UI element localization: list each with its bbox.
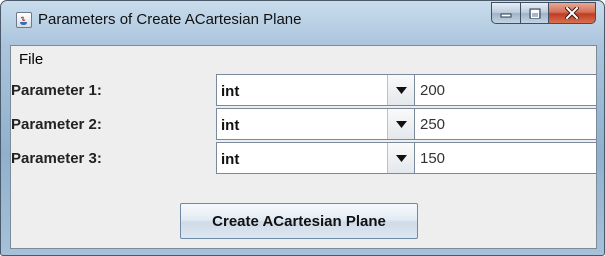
param-1-type-dropdown[interactable]: int — [216, 74, 415, 106]
param-row-2: Parameter 2: int — [11, 108, 598, 140]
menu-file[interactable]: File — [17, 51, 45, 68]
param-2-type-dropdown[interactable]: int — [216, 108, 415, 140]
minimize-button[interactable] — [491, 2, 521, 24]
param-2-value-input[interactable] — [415, 109, 596, 139]
window-title: Parameters of Create ACartesian Plane — [38, 11, 302, 28]
param-row-1: Parameter 1: int — [11, 74, 598, 106]
param-3-dropdown-arrow[interactable] — [387, 143, 414, 173]
param-1-label: Parameter 1: — [11, 82, 102, 99]
param-2-value-box — [414, 108, 597, 140]
param-1-type-value: int — [221, 83, 240, 100]
param-2-type-value: int — [221, 117, 240, 134]
param-2-dropdown-arrow[interactable] — [387, 109, 414, 139]
close-button[interactable] — [549, 2, 596, 24]
menu-bar: File — [11, 46, 596, 73]
create-cartesian-plane-button[interactable]: Create ACartesian Plane — [180, 203, 418, 239]
java-app-icon — [16, 12, 32, 28]
param-2-label: Parameter 2: — [11, 116, 102, 133]
param-1-dropdown-arrow[interactable] — [387, 75, 414, 105]
triangle-down-icon — [395, 154, 407, 162]
param-3-label: Parameter 3: — [11, 150, 102, 167]
maximize-icon — [529, 8, 540, 18]
dialog-window: Parameters of Create ACartesian Plane Fi… — [0, 0, 605, 256]
triangle-down-icon — [395, 86, 407, 94]
param-1-value-box — [414, 74, 597, 106]
param-1-value-input[interactable] — [415, 75, 596, 105]
title-bar[interactable]: Parameters of Create ACartesian Plane — [1, 1, 604, 45]
param-3-value-input[interactable] — [415, 143, 596, 173]
param-3-type-dropdown[interactable]: int — [216, 142, 415, 174]
triangle-down-icon — [395, 120, 407, 128]
param-3-type-value: int — [221, 151, 240, 168]
param-3-value-box — [414, 142, 597, 174]
close-icon — [565, 7, 579, 19]
minimize-icon — [500, 13, 512, 18]
param-row-3: Parameter 3: int — [11, 142, 598, 174]
maximize-button[interactable] — [521, 2, 549, 24]
caption-buttons — [491, 2, 596, 26]
dialog-content: File Parameter 1: int Parameter 2: int — [10, 45, 597, 249]
